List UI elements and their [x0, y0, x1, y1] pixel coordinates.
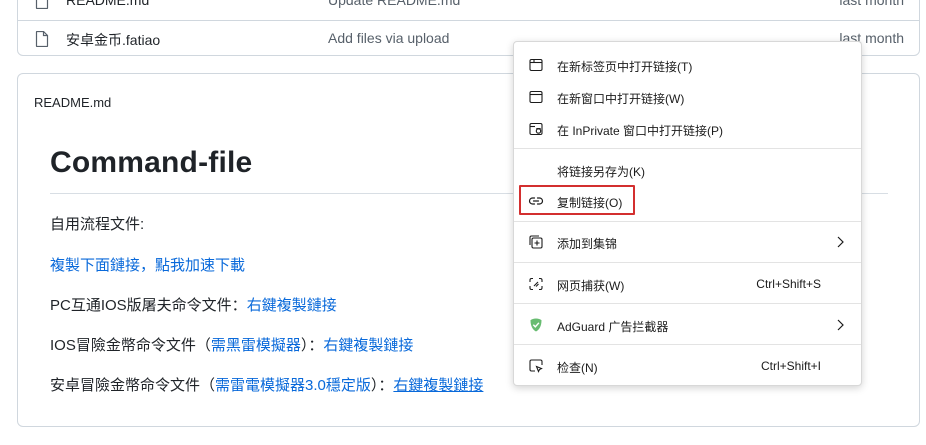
shortcut-label: Ctrl+Shift+I [760, 359, 821, 373]
paragraph: 自用流程文件: [50, 216, 145, 233]
highlight-box [519, 185, 635, 215]
menu-separator [514, 344, 861, 345]
menu-item-web-capture[interactable]: 网页捕获(W) Ctrl+Shift+S [514, 269, 861, 299]
menu-separator [514, 221, 861, 222]
menu-item-open-new-window[interactable]: 在新窗口中打开链接(W) [514, 82, 861, 112]
commit-message[interactable]: Update README.md [328, 0, 460, 8]
paragraph: PC互通IOS版屠夫命令文件：右鍵複製鏈接 [50, 297, 337, 314]
inspect-icon [529, 359, 543, 373]
menu-separator [514, 262, 861, 263]
shortcut-label: Ctrl+Shift+S [756, 277, 821, 291]
file-icon [35, 31, 49, 47]
paragraph: IOS冒險金幣命令文件（需黑雷模擬器）：右鍵複製鏈接 [50, 337, 414, 354]
download-link[interactable]: 複製下面鏈接，點我加速下載 [50, 257, 245, 274]
chevron-right-icon [837, 319, 844, 331]
menu-separator [514, 148, 861, 149]
chevron-right-icon [837, 236, 844, 248]
emulator-link[interactable]: 需雷電模擬器3.0穩定版 [215, 377, 371, 394]
file-row[interactable]: README.md Update README.md last month [18, 0, 919, 21]
readme-header: README.md [34, 95, 112, 110]
menu-item-adguard[interactable]: AdGuard 广告拦截器 [514, 310, 861, 340]
collections-icon [529, 235, 543, 249]
readme-title: Command-file [50, 146, 253, 179]
commit-message[interactable]: Add files via upload [328, 30, 449, 46]
menu-item-inspect[interactable]: 检查(N) Ctrl+Shift+I [514, 351, 861, 381]
new-tab-icon [529, 58, 543, 72]
menu-item-save-link-as[interactable]: 将链接另存为(K) [514, 155, 861, 185]
file-icon [35, 0, 49, 9]
file-name[interactable]: 安卓金币.fatiao [66, 30, 160, 50]
menu-item-open-new-tab[interactable]: 在新标签页中打开链接(T) [514, 50, 861, 80]
menu-item-add-to-collections[interactable]: 添加到集锦 [514, 227, 861, 257]
new-window-icon [529, 90, 543, 104]
inprivate-icon [529, 122, 543, 136]
web-capture-icon [529, 277, 543, 291]
paragraph: 安卓冒險金幣命令文件（需雷電模擬器3.0穩定版）：右鍵複製鏈接 [50, 377, 484, 394]
commit-date: last month [839, 0, 904, 8]
menu-item-open-inprivate[interactable]: 在 InPrivate 窗口中打开链接(P) [514, 114, 861, 144]
copy-link[interactable]: 右鍵複製鏈接 [247, 297, 337, 314]
copy-link[interactable]: 右鍵複製鏈接 [393, 377, 483, 394]
copy-link[interactable]: 右鍵複製鏈接 [323, 337, 413, 354]
emulator-link[interactable]: 需黑雷模擬器 [211, 337, 301, 354]
menu-separator [514, 303, 861, 304]
paragraph: 複製下面鏈接，點我加速下載 [50, 254, 245, 275]
adguard-shield-icon [530, 318, 542, 332]
file-name[interactable]: README.md [66, 0, 149, 8]
